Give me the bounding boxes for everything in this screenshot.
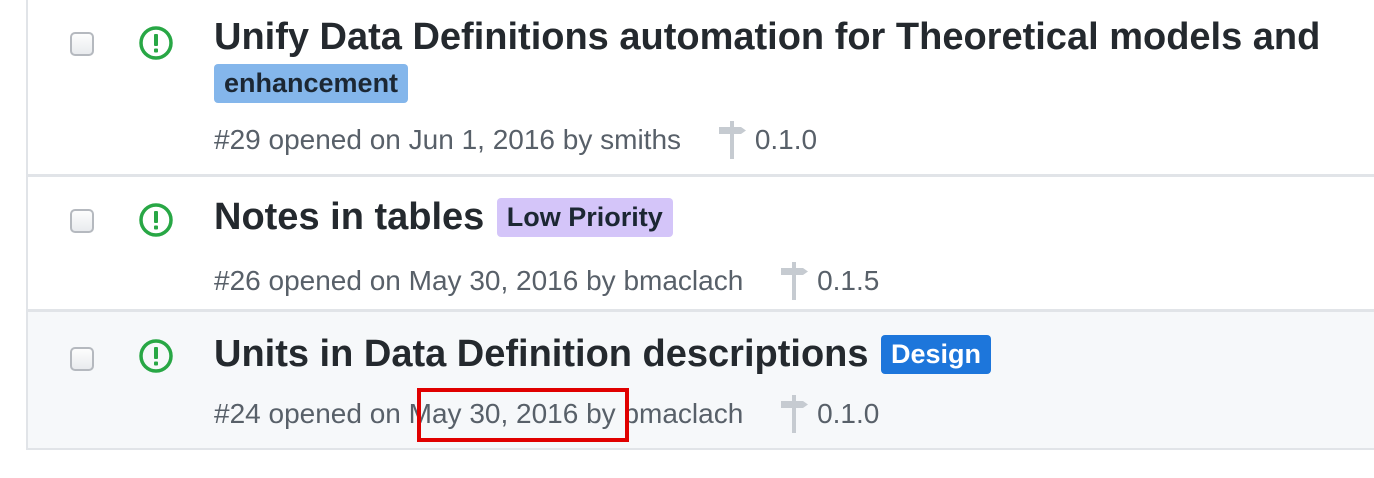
issue-row: Notes in tables Low Priority #26 opened … <box>28 174 1374 309</box>
label-low-priority[interactable]: Low Priority <box>496 198 673 237</box>
issue-title-link[interactable]: Units in Data Definition descriptions <box>214 333 869 375</box>
issue-checkbox[interactable] <box>70 209 94 233</box>
issue-opened-icon <box>139 26 173 60</box>
label-design[interactable]: Design <box>880 335 991 374</box>
issue-meta: #29 opened on Jun 1, 2016 by smiths 0.1.… <box>214 121 817 159</box>
milestone-icon <box>781 262 809 300</box>
issue-number: #24 <box>214 398 261 429</box>
milestone-label: 0.1.0 <box>754 124 818 155</box>
issue-author-link[interactable]: smiths <box>600 124 681 155</box>
issue-milestone[interactable]: 0.1.0 <box>779 395 879 433</box>
issue-date: May 30, 2016 <box>408 265 579 296</box>
issue-date: Jun 1, 2016 <box>408 124 555 155</box>
issue-title-line: Units in Data Definition descriptions De… <box>214 333 991 376</box>
issue-title-link[interactable]: Unify Data Definitions automation for Th… <box>214 16 1320 58</box>
issue-opened-icon <box>139 339 173 373</box>
milestone-label: 0.1.0 <box>817 398 880 429</box>
issue-date: May 30, 2016 <box>408 398 579 429</box>
issue-milestone[interactable]: 0.1.5 <box>779 262 879 300</box>
issue-number: #26 <box>214 265 261 296</box>
issue-opened-text: opened on <box>268 265 401 296</box>
issue-meta: #26 opened on May 30, 2016 by bmaclach 0… <box>214 262 879 300</box>
milestone-label: 0.1.5 <box>817 265 880 296</box>
issue-author-link[interactable]: bmaclach <box>623 398 743 429</box>
milestone-icon <box>781 395 809 433</box>
issue-opened-icon <box>139 203 173 237</box>
issue-checkbox[interactable] <box>70 347 94 371</box>
issue-title-line: Unify Data Definitions automation for Th… <box>214 16 1320 59</box>
issue-list: Unify Data Definitions automation for Th… <box>26 0 1374 450</box>
issue-author-link[interactable]: bmaclach <box>623 265 743 296</box>
issue-checkbox[interactable] <box>70 32 94 56</box>
issue-labels: enhancement <box>214 64 409 103</box>
issue-by-text: by <box>562 124 593 155</box>
issue-opened-text: opened on <box>268 398 401 429</box>
issue-opened-text: opened on <box>268 124 401 155</box>
label-enhancement[interactable]: enhancement <box>214 64 409 103</box>
milestone-icon <box>718 121 746 159</box>
issue-milestone[interactable]: 0.1.0 <box>717 121 817 159</box>
issue-number: #29 <box>214 124 261 155</box>
issue-title-line: Notes in tables Low Priority <box>214 196 673 239</box>
issue-row: Unify Data Definitions automation for Th… <box>28 0 1374 174</box>
issue-meta: #24 opened on May 30, 2016 by bmaclach 0… <box>214 395 879 433</box>
issue-by-text: by <box>586 398 616 429</box>
issue-title-link[interactable]: Notes in tables <box>214 196 484 238</box>
issue-row: Units in Data Definition descriptions De… <box>28 309 1374 448</box>
issue-by-text: by <box>586 265 616 296</box>
